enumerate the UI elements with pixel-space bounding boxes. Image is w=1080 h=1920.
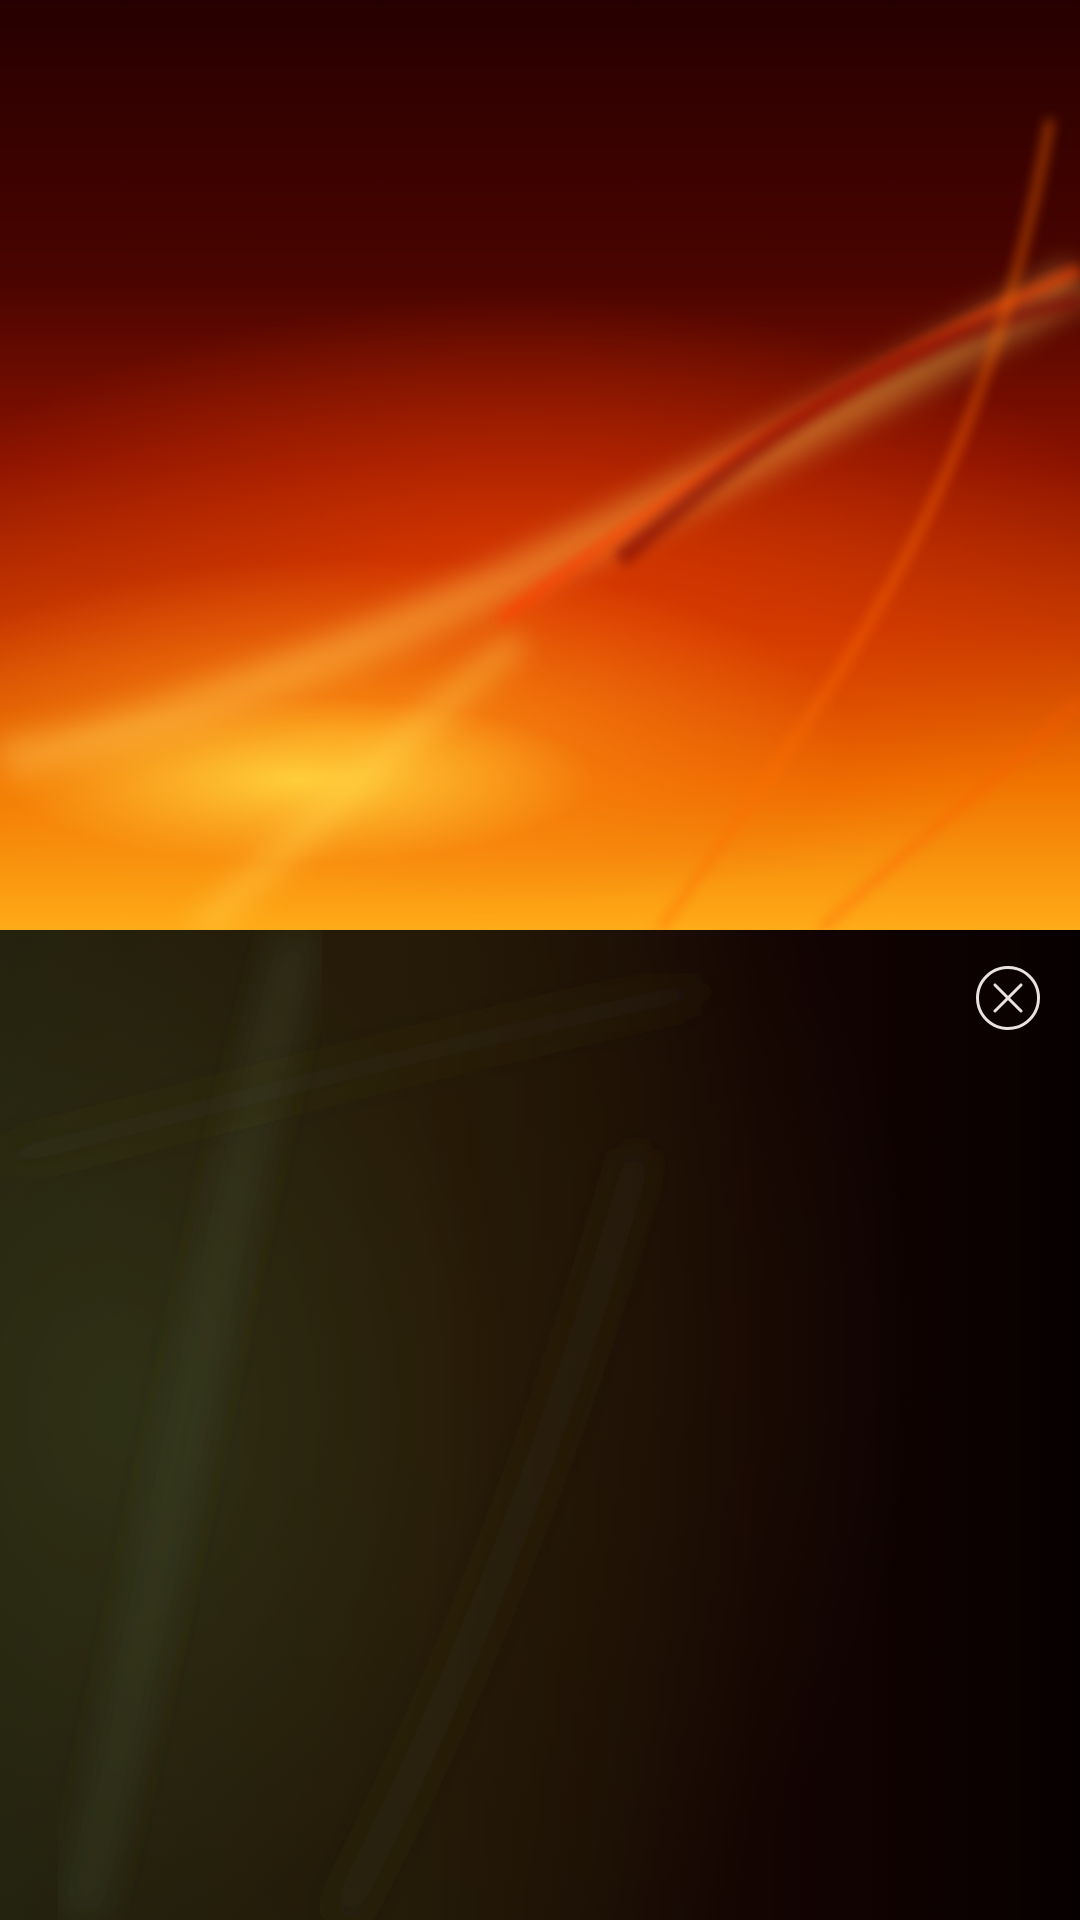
- screen: [0, 0, 1080, 1920]
- close-button[interactable]: [976, 966, 1040, 1030]
- close-icon: [993, 983, 1023, 1013]
- wallpaper-dim-streaks: [0, 930, 703, 1920]
- wallpaper-preview: [0, 0, 1080, 930]
- wallpaper-light-streaks: [0, 119, 1080, 930]
- wallpaper-dimmed: [0, 930, 1080, 1920]
